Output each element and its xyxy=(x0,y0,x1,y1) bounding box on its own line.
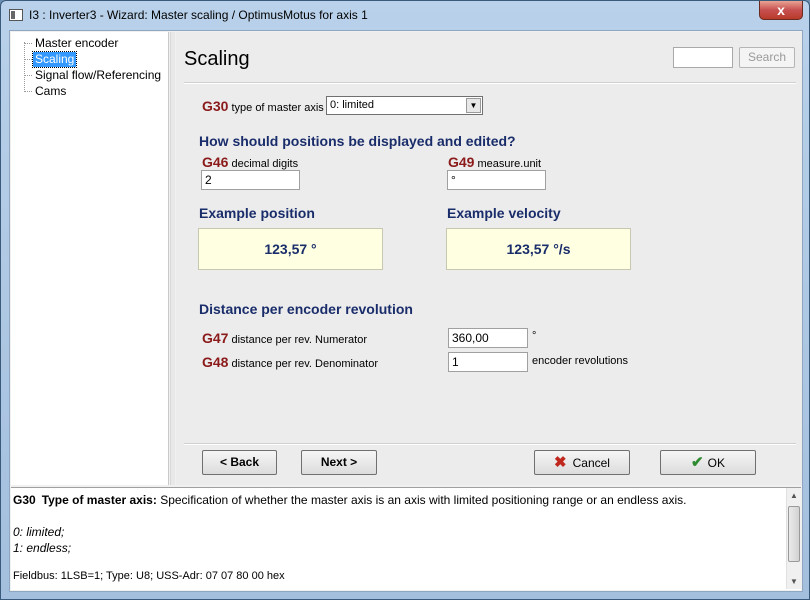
ok-label: OK xyxy=(707,456,725,470)
tree-item-signal-flow[interactable]: Signal flow/Referencing xyxy=(33,68,163,83)
master-axis-type-value: 0: limited xyxy=(330,99,375,111)
example-velocity-heading: Example velocity xyxy=(447,205,561,221)
g48-label: distance per rev. Denominator xyxy=(231,358,379,370)
help-pane: G30 Type of master axis: Specification of… xyxy=(11,487,801,590)
scroll-thumb[interactable] xyxy=(788,506,800,562)
client-area: Master encoder Scaling Signal flow/Refer… xyxy=(9,30,803,592)
g47-label: distance per rev. Numerator xyxy=(231,334,367,346)
scroll-up-icon[interactable]: ▲ xyxy=(787,488,801,503)
g30-code: G30 xyxy=(202,98,229,114)
decimal-digits-field[interactable]: 2 xyxy=(201,170,300,190)
g47-code: G47 xyxy=(202,330,229,346)
distance-section-heading: Distance per encoder revolution xyxy=(199,301,413,317)
ok-button[interactable]: ✔ OK xyxy=(660,450,756,475)
pane-splitter[interactable] xyxy=(170,32,175,485)
navigation-tree: Master encoder Scaling Signal flow/Refer… xyxy=(11,32,169,485)
wizard-window: I3 : Inverter3 - Wizard: Master scaling … xyxy=(0,0,810,600)
help-option: 0: limited; xyxy=(13,525,65,539)
tree-connector xyxy=(24,91,32,92)
next-button[interactable]: Next > xyxy=(301,450,377,475)
g47-row: G47 distance per rev. Numerator xyxy=(202,330,367,346)
example-position-value: 123,57 ° xyxy=(198,228,383,270)
g48-row: G48 distance per rev. Denominator xyxy=(202,354,378,370)
g49-label: measure.unit xyxy=(477,158,542,170)
g46-label: decimal digits xyxy=(231,158,299,170)
app-icon[interactable] xyxy=(9,9,23,21)
window-title: I3 : Inverter3 - Wizard: Master scaling … xyxy=(29,8,368,22)
distance-denominator-field[interactable]: 1 xyxy=(448,352,528,372)
tree-connector xyxy=(24,75,32,76)
help-scrollbar[interactable]: ▲ ▼ xyxy=(786,488,801,589)
scroll-down-icon[interactable]: ▼ xyxy=(787,574,801,589)
tree-connector xyxy=(24,43,32,44)
cancel-label: Cancel xyxy=(572,456,610,470)
close-button[interactable]: x xyxy=(759,1,803,20)
help-code: G30 xyxy=(13,493,36,507)
g30-row: G30 type of master axis xyxy=(202,98,324,114)
tree-connector xyxy=(24,42,25,92)
distance-numerator-field[interactable]: 360,00 xyxy=(448,328,528,348)
g49-code: G49 xyxy=(448,154,475,170)
title-bar[interactable]: I3 : Inverter3 - Wizard: Master scaling … xyxy=(1,1,809,29)
g46-row: G46 decimal digits xyxy=(202,154,298,170)
checkmark-icon: ✔ xyxy=(691,454,704,471)
g49-row: G49 measure.unit xyxy=(448,154,541,170)
search-input[interactable] xyxy=(673,47,733,68)
page-title: Scaling xyxy=(184,48,250,70)
help-text: G30 Type of master axis: Specification of… xyxy=(13,492,783,508)
denominator-unit: encoder revolutions xyxy=(532,355,629,367)
g48-code: G48 xyxy=(202,354,229,370)
cancel-x-icon: ✖ xyxy=(554,454,567,471)
g46-code: G46 xyxy=(202,154,229,170)
header-divider xyxy=(184,82,796,84)
tree-item-cams[interactable]: Cams xyxy=(33,84,68,99)
master-axis-type-select[interactable]: 0: limited ▼ xyxy=(326,96,483,115)
cancel-button[interactable]: ✖ Cancel xyxy=(534,450,630,475)
measure-unit-field[interactable]: ° xyxy=(447,170,546,190)
help-option: 1: endless; xyxy=(13,541,72,555)
help-footer: Fieldbus: 1LSB=1; Type: U8; USS-Adr: 07 … xyxy=(13,570,285,582)
display-section-heading: How should positions be displayed and ed… xyxy=(199,133,516,149)
help-description: Specification of whether the master axis… xyxy=(160,493,687,507)
example-velocity-value: 123,57 °/s xyxy=(446,228,631,270)
tree-item-master-encoder[interactable]: Master encoder xyxy=(33,36,120,51)
footer-divider xyxy=(184,443,796,445)
main-panel: Scaling Search G30 type of master axis 0:… xyxy=(176,32,802,485)
tree-connector xyxy=(24,59,32,60)
numerator-unit: ° xyxy=(532,330,537,342)
help-title: Type of master axis: xyxy=(41,493,157,507)
example-position-heading: Example position xyxy=(199,205,315,221)
chevron-down-icon[interactable]: ▼ xyxy=(466,98,481,113)
g30-label: type of master axis xyxy=(231,102,324,114)
help-options: 0: limited; 1: endless; xyxy=(13,524,71,556)
search-button[interactable]: Search xyxy=(739,47,795,68)
back-button[interactable]: < Back xyxy=(202,450,277,475)
tree-item-scaling[interactable]: Scaling xyxy=(31,51,78,68)
